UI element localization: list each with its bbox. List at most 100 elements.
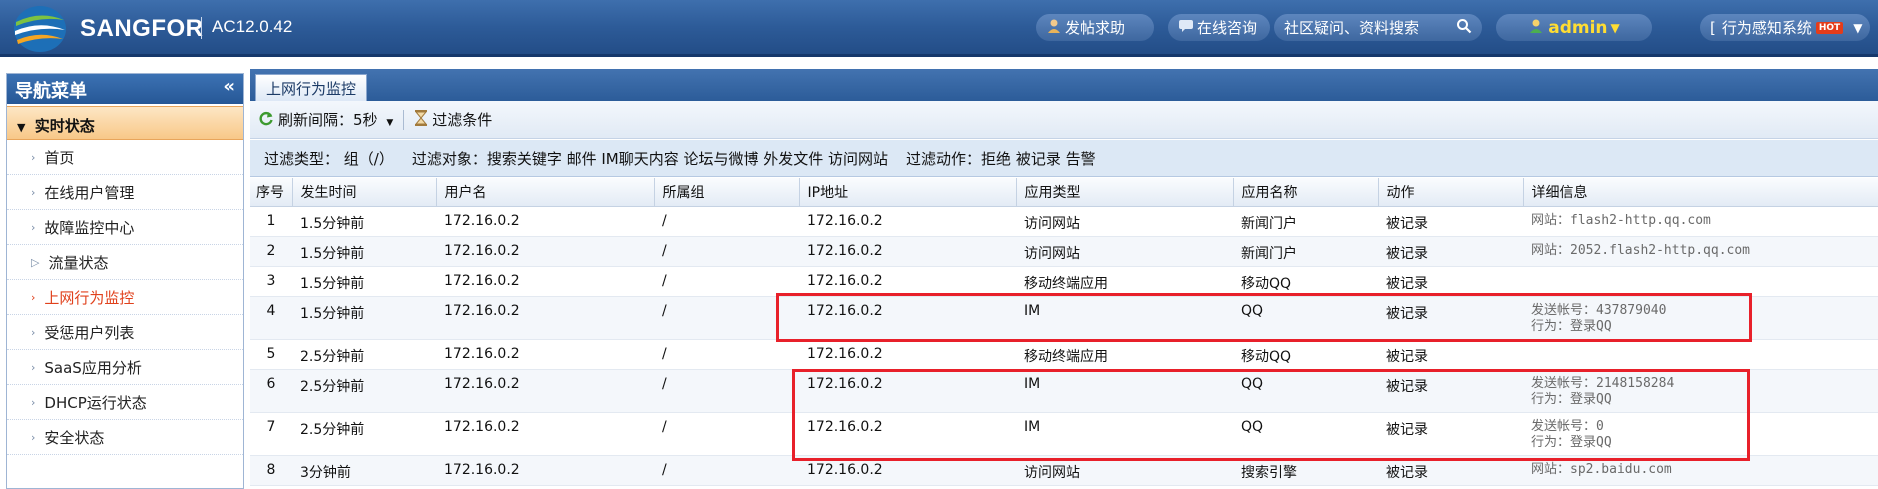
cell-user: 172.16.0.2: [436, 236, 654, 267]
column-header-detail[interactable]: 详细信息: [1523, 178, 1878, 207]
sidebar-item-label: 故障监控中心: [44, 218, 135, 237]
hourglass-filter-icon: [414, 109, 428, 130]
arrow-right-icon: ›: [31, 220, 36, 234]
cell-group: /: [654, 455, 799, 486]
collapse-sidebar-icon[interactable]: «: [223, 76, 235, 97]
cell-user: 172.16.0.2: [436, 206, 654, 237]
sidebar-item-behavior-monitor[interactable]: › 上网行为监控: [7, 280, 243, 315]
cell-no: 1: [250, 206, 292, 237]
cell-app-type: 访问网站: [1016, 236, 1233, 267]
cell-time: 3分钟前: [292, 455, 436, 486]
username: admin: [1548, 17, 1608, 38]
user-menu[interactable]: admin ▼: [1496, 14, 1652, 41]
table-row[interactable]: 2 1.5分钟前 172.16.0.2/172.16.0.2 访问网站 新闻门户 被记录网…: [250, 236, 1878, 267]
sidebar-item-fault-monitor[interactable]: › 故障监控中心: [7, 210, 243, 245]
cell-no: 5: [250, 339, 292, 370]
sidebar-item-saas-analysis[interactable]: › SaaS应用分析: [7, 350, 243, 385]
table-row[interactable]: 5 2.5分钟前 172.16.0.2/172.16.0.2 移动终端应用 移动QQ 被记…: [250, 339, 1878, 370]
cell-detail: [1523, 339, 1878, 370]
chevron-down-icon: ▼: [1610, 20, 1620, 35]
cell-action: 被记录: [1378, 236, 1523, 267]
cell-time: 2.5分钟前: [292, 369, 436, 413]
table-row[interactable]: 3 1.5分钟前 172.16.0.2/172.16.0.2 移动终端应用 移动QQ 被记…: [250, 266, 1878, 297]
sidebar-section-realtime[interactable]: ▼ 实时状态: [7, 106, 243, 140]
cell-group: /: [654, 369, 799, 413]
column-header-no[interactable]: 序号: [250, 178, 293, 207]
sidebar-item-punished-users[interactable]: › 受惩用户列表: [7, 315, 243, 350]
sidebar-item-label: DHCP运行状态: [44, 393, 147, 412]
cell-ip: 172.16.0.2: [799, 206, 1016, 237]
arrow-right-icon: ›: [31, 430, 36, 444]
arrow-right-icon: ▷: [31, 255, 40, 269]
post-help-label: 发帖求助: [1065, 19, 1126, 37]
arrow-right-icon: ›: [31, 150, 36, 164]
highlight-box: [776, 293, 1752, 342]
product-version: AC12.0.42: [212, 17, 293, 36]
post-help-button[interactable]: 发帖求助: [1036, 14, 1154, 41]
cell-detail: 网站：flash2-http.qq.com: [1523, 206, 1878, 237]
arrow-right-icon: ›: [31, 185, 36, 199]
sidebar-item-label: SaaS应用分析: [44, 358, 142, 377]
chat-icon: [1178, 19, 1194, 37]
cell-no: 7: [250, 412, 292, 456]
toolbar-separator: [403, 109, 405, 130]
tab-behavior-monitor[interactable]: 上网行为监控: [255, 74, 368, 101]
cell-action: 被记录: [1378, 266, 1523, 297]
column-header-group[interactable]: 所属组: [654, 178, 800, 207]
detail-line: 网站：sp2.baidu.com: [1531, 461, 1672, 477]
person-icon: [1046, 18, 1062, 38]
section-label: 实时状态: [34, 117, 95, 135]
refresh-interval-label: 刷新间隔：5秒: [278, 111, 378, 129]
hot-badge: HOT: [1815, 21, 1844, 34]
cell-no: 3: [250, 266, 292, 297]
cell-app-name: 新闻门户: [1233, 206, 1378, 237]
sidebar-item-label: 在线用户管理: [44, 183, 135, 202]
cell-time: 2.5分钟前: [292, 412, 436, 456]
online-consult-button[interactable]: 在线咨询: [1168, 14, 1270, 41]
search-input[interactable]: 社区疑问、资料搜索: [1284, 17, 1419, 38]
online-consult-label: 在线咨询: [1197, 19, 1258, 37]
sidebar-item-security-status[interactable]: › 安全状态: [7, 420, 243, 455]
column-header-app-type[interactable]: 应用类型: [1016, 178, 1234, 207]
column-header-user[interactable]: 用户名: [436, 178, 655, 207]
chevron-down-icon: ▼: [1853, 20, 1863, 35]
column-header-time[interactable]: 发生时间: [292, 178, 437, 207]
cell-user: 172.16.0.2: [436, 412, 654, 456]
cell-user: 172.16.0.2: [436, 369, 654, 413]
search-icon[interactable]: [1456, 18, 1472, 38]
sidebar-item-label: 上网行为监控: [44, 288, 135, 307]
cell-app-type: 访问网站: [1016, 206, 1233, 237]
sidebar-item-label: 首页: [44, 148, 75, 167]
system-label: 行为感知系统: [1721, 19, 1812, 37]
table-row[interactable]: 1 1.5分钟前 172.16.0.2/172.16.0.2 访问网站 新闻门户 被记录网…: [250, 206, 1878, 237]
cell-group: /: [654, 236, 799, 267]
sangfor-logo-icon: [14, 6, 66, 52]
sidebar-item-dhcp-status[interactable]: › DHCP运行状态: [7, 385, 243, 420]
sidebar-item-online-users[interactable]: › 在线用户管理: [7, 175, 243, 210]
sidebar-item-traffic-status[interactable]: ▷ 流量状态: [7, 245, 243, 280]
column-header-ip[interactable]: IP地址: [799, 178, 1017, 207]
column-header-action[interactable]: 动作: [1378, 178, 1524, 207]
filter-button[interactable]: 过滤条件: [414, 109, 492, 130]
cell-detail: [1523, 266, 1878, 297]
sidebar-item-label: 安全状态: [44, 428, 105, 447]
filter-label: 过滤条件: [432, 111, 493, 129]
tab-strip: 上网行为监控: [250, 69, 1878, 101]
nav-sidebar: 导航菜单 « ▼ 实时状态 › 首页 › 在线用户管理 › 故障监控中心 ▷ 流量状态 …: [6, 73, 244, 489]
refresh-interval-dropdown[interactable]: 刷新间隔：5秒 ▼: [278, 109, 393, 130]
column-header-app-name[interactable]: 应用名称: [1233, 178, 1379, 207]
sidebar-item-home[interactable]: › 首页: [7, 140, 243, 175]
system-switch-menu[interactable]: [ 行为感知系统 HOT ▼: [1700, 14, 1870, 41]
toolbar: 刷新间隔：5秒 ▼ 过滤条件: [250, 101, 1878, 139]
cell-action: 被记录: [1378, 339, 1523, 370]
cell-time: 2.5分钟前: [292, 339, 436, 370]
cell-action: 被记录: [1378, 206, 1523, 237]
arrow-right-icon: ›: [31, 325, 36, 339]
cell-time: 1.5分钟前: [292, 266, 436, 297]
cell-detail: 网站：2052.flash2-http.qq.com: [1523, 236, 1878, 267]
community-search-box[interactable]: 社区疑问、资料搜索: [1274, 14, 1482, 41]
refresh-icon[interactable]: [258, 110, 274, 130]
sidebar-title: 导航菜单: [15, 81, 87, 102]
cell-user: 172.16.0.2: [436, 455, 654, 486]
cell-user: 172.16.0.2: [436, 266, 654, 297]
